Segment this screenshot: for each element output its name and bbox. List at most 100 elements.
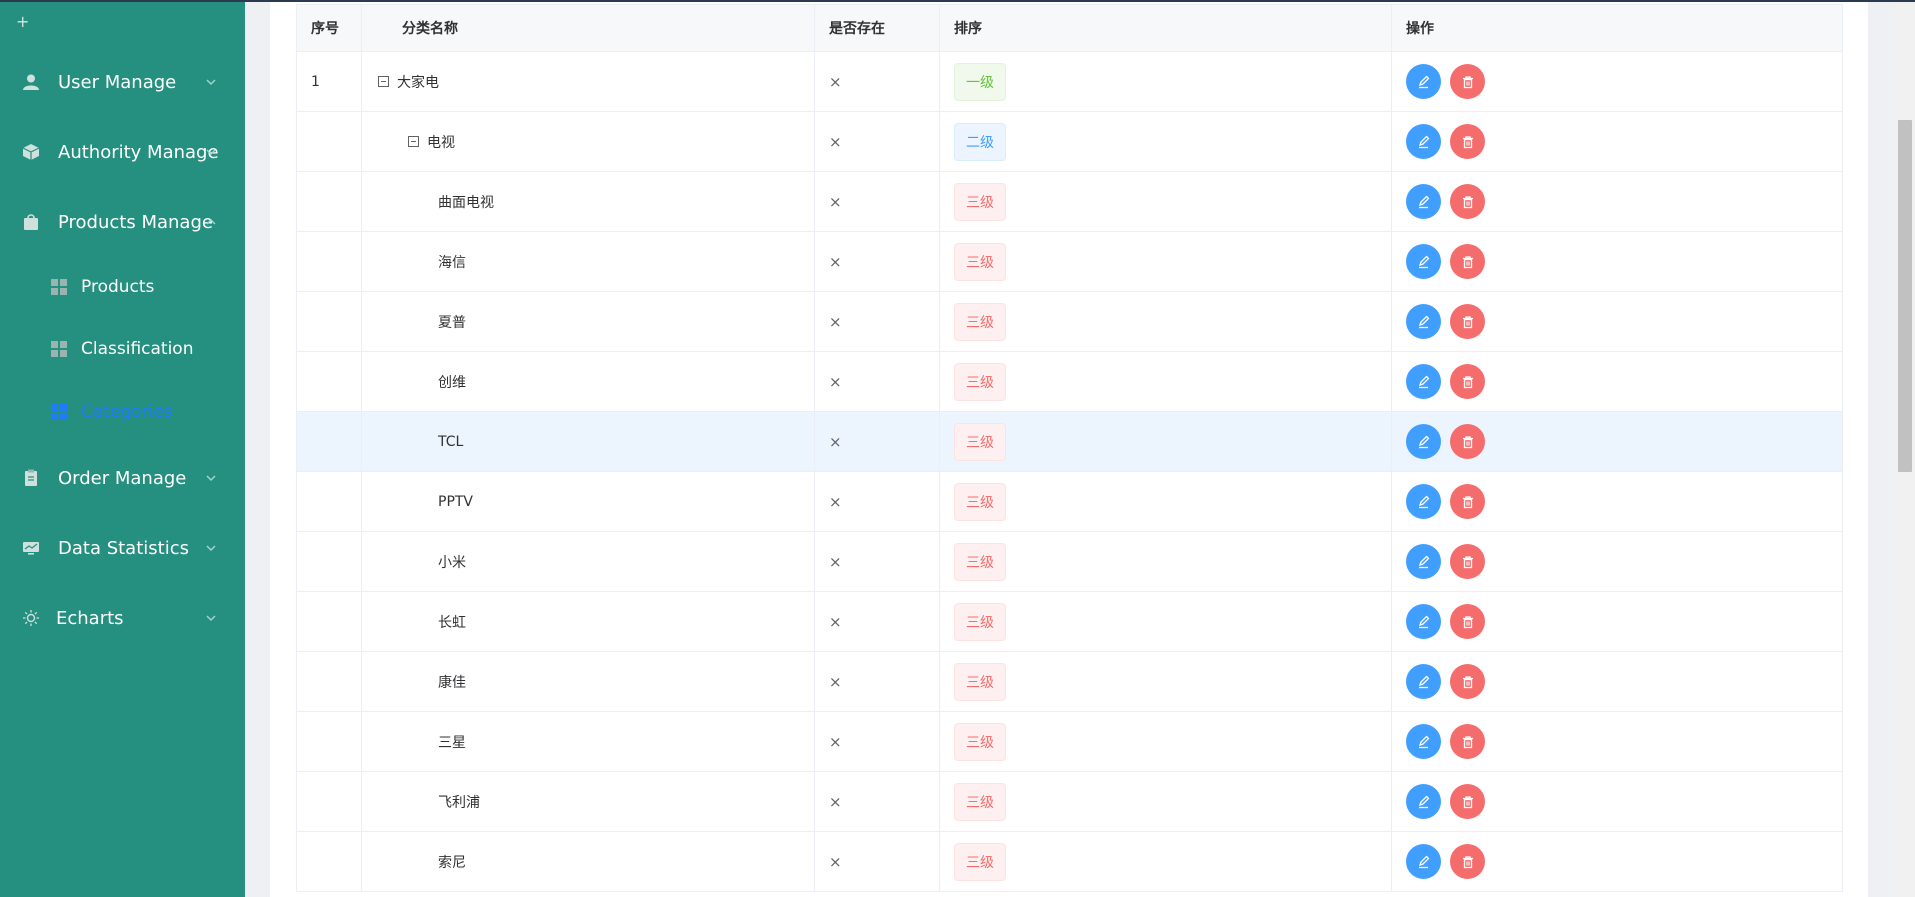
table-row[interactable]: 电视 × 二级 <box>296 111 1843 172</box>
category-name-text: 三星 <box>438 734 466 751</box>
table-row[interactable]: 索尼 × 三级 <box>296 831 1843 892</box>
delete-button[interactable] <box>1450 724 1485 759</box>
delete-button[interactable] <box>1450 424 1485 459</box>
chevron-down-icon <box>206 149 216 155</box>
edit-button[interactable] <box>1406 484 1441 519</box>
level-tag: 三级 <box>954 182 1006 221</box>
edit-icon <box>1418 255 1429 268</box>
level-tag: 二级 <box>954 122 1006 161</box>
cell-category-name: 三星 <box>361 711 815 772</box>
table-row[interactable]: 1 大家电 × 一级 <box>296 51 1843 112</box>
tree-collapse-icon[interactable] <box>378 76 389 87</box>
delete-button[interactable] <box>1450 544 1485 579</box>
delete-button[interactable] <box>1450 184 1485 219</box>
table-row[interactable]: 康佳 × 三级 <box>296 651 1843 712</box>
edit-button[interactable] <box>1406 364 1441 399</box>
page-scrollbar[interactable] <box>1895 0 1915 897</box>
menu-data-statistics[interactable]: Data Statistics <box>0 523 245 573</box>
scrollbar-thumb[interactable] <box>1898 120 1912 472</box>
cell-exists: × <box>814 771 940 832</box>
delete-button[interactable] <box>1450 244 1485 279</box>
category-name-text: 曲面电视 <box>438 194 494 211</box>
edit-button[interactable] <box>1406 544 1441 579</box>
edit-button[interactable] <box>1406 724 1441 759</box>
category-name-text: 飞利浦 <box>438 794 480 811</box>
delete-button[interactable] <box>1450 844 1485 879</box>
table-row[interactable]: TCL × 三级 <box>296 411 1843 472</box>
trash-icon <box>1462 855 1473 868</box>
tree-collapse-icon[interactable] <box>408 136 419 147</box>
cell-actions <box>1391 471 1843 532</box>
table-row[interactable]: 飞利浦 × 三级 <box>296 771 1843 832</box>
trash-icon <box>1462 135 1473 148</box>
menu-order-manage[interactable]: Order Manage <box>0 453 245 503</box>
table-row[interactable]: 曲面电视 × 三级 <box>296 171 1843 232</box>
cell-actions <box>1391 651 1843 712</box>
edit-button[interactable] <box>1406 604 1441 639</box>
edit-button[interactable] <box>1406 424 1441 459</box>
collapse-toggle-button[interactable]: + <box>16 12 29 31</box>
clipboard-icon <box>25 469 37 486</box>
grid-icon <box>51 341 67 357</box>
delete-button[interactable] <box>1450 364 1485 399</box>
menu-authority-manage[interactable]: Authority Manage <box>0 127 245 177</box>
delete-button[interactable] <box>1450 304 1485 339</box>
delete-button[interactable] <box>1450 664 1485 699</box>
menu-user-manage[interactable]: User Manage <box>0 57 245 107</box>
category-name-text: 创维 <box>438 374 466 391</box>
chevron-down-icon <box>206 615 216 621</box>
cell-level: 三级 <box>939 591 1392 652</box>
cell-index <box>296 831 362 892</box>
not-exists-icon: × <box>829 792 842 811</box>
menu-products-manage[interactable]: Products Manage <box>0 197 245 247</box>
edit-button[interactable] <box>1406 124 1441 159</box>
not-exists-icon: × <box>829 372 842 391</box>
submenu-classification[interactable]: Classification <box>0 324 245 374</box>
delete-button[interactable] <box>1450 784 1485 819</box>
menu-authority-manage-label: Authority Manage <box>58 141 219 163</box>
edit-button[interactable] <box>1406 64 1441 99</box>
trash-icon <box>1462 75 1473 88</box>
cell-category-name: 创维 <box>361 351 815 412</box>
submenu-categories[interactable]: Categories <box>0 387 245 437</box>
top-border <box>0 0 1915 2</box>
header-exists: 是否存在 <box>814 4 940 52</box>
level-tag: 三级 <box>954 302 1006 341</box>
chevron-down-icon <box>206 545 216 551</box>
menu-products-manage-label: Products Manage <box>58 211 213 233</box>
table-row[interactable]: 小米 × 三级 <box>296 531 1843 592</box>
bag-icon <box>24 214 38 230</box>
menu-echarts[interactable]: Echarts <box>0 593 245 643</box>
cell-exists: × <box>814 651 940 712</box>
submenu-classification-label: Classification <box>81 339 194 359</box>
table-row[interactable]: 夏普 × 三级 <box>296 291 1843 352</box>
cell-exists: × <box>814 51 940 112</box>
table-row[interactable]: PPTV × 三级 <box>296 471 1843 532</box>
edit-button[interactable] <box>1406 184 1441 219</box>
cell-actions <box>1391 711 1843 772</box>
edit-button[interactable] <box>1406 304 1441 339</box>
cell-category-name: 康佳 <box>361 651 815 712</box>
chevron-up-icon <box>206 219 216 225</box>
submenu-products[interactable]: Products <box>0 262 245 312</box>
header-index: 序号 <box>296 4 362 52</box>
edit-button[interactable] <box>1406 844 1441 879</box>
trash-icon <box>1462 255 1473 268</box>
edit-icon <box>1418 135 1429 148</box>
table-row[interactable]: 海信 × 三级 <box>296 231 1843 292</box>
delete-button[interactable] <box>1450 604 1485 639</box>
delete-button[interactable] <box>1450 64 1485 99</box>
edit-button[interactable] <box>1406 664 1441 699</box>
edit-button[interactable] <box>1406 784 1441 819</box>
category-name-text: 长虹 <box>438 614 466 631</box>
cell-index <box>296 651 362 712</box>
delete-button[interactable] <box>1450 484 1485 519</box>
not-exists-icon: × <box>829 192 842 211</box>
edit-button[interactable] <box>1406 244 1441 279</box>
level-tag: 三级 <box>954 782 1006 821</box>
table-row[interactable]: 长虹 × 三级 <box>296 591 1843 652</box>
delete-button[interactable] <box>1450 124 1485 159</box>
table-row[interactable]: 三星 × 三级 <box>296 711 1843 772</box>
category-name-text: PPTV <box>438 493 474 510</box>
table-row[interactable]: 创维 × 三级 <box>296 351 1843 412</box>
